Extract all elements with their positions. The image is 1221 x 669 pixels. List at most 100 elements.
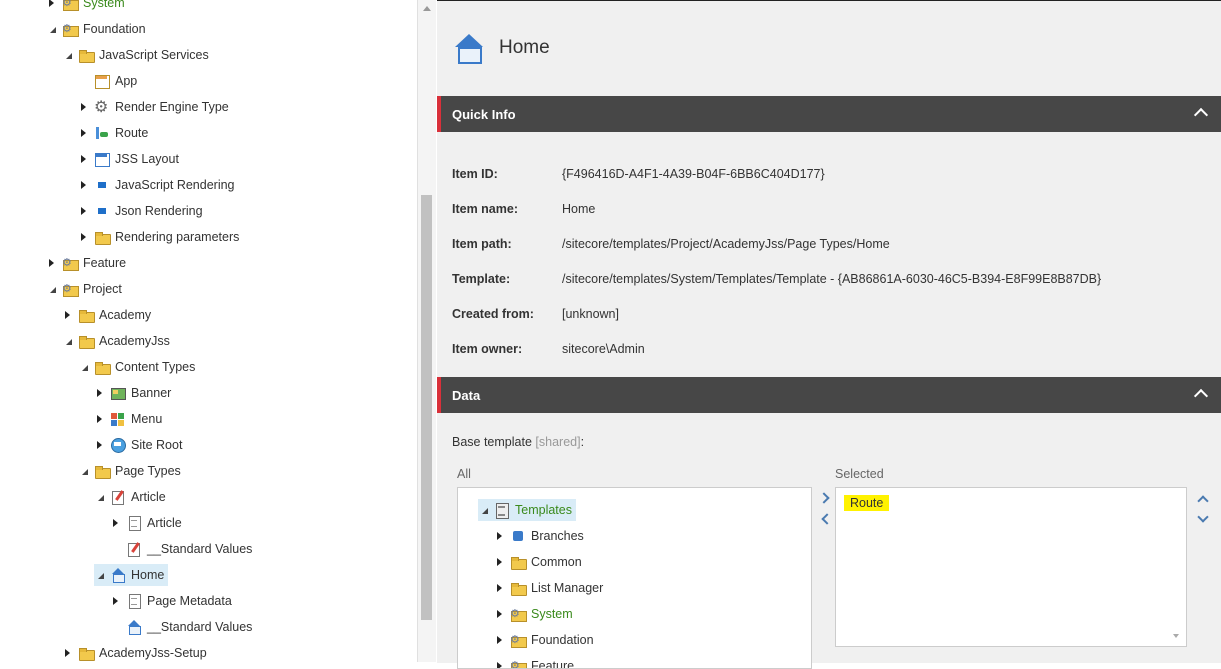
collapse-arrow-icon[interactable] <box>94 570 105 581</box>
tree-node-label: Home <box>131 568 164 582</box>
tree-node[interactable]: Branches <box>494 525 584 547</box>
tree-node[interactable]: Json Rendering <box>78 200 203 222</box>
info-label: Item owner: <box>452 342 562 360</box>
collapse-arrow-icon[interactable] <box>62 336 73 347</box>
expand-arrow-icon[interactable] <box>78 206 89 217</box>
info-row: Created from:[unknown] <box>452 307 619 325</box>
tree-node[interactable]: Academy <box>62 304 151 326</box>
expand-arrow-icon[interactable] <box>494 583 505 594</box>
expand-arrow-icon[interactable] <box>46 258 57 269</box>
chevron-up-icon[interactable] <box>1194 389 1208 403</box>
all-templates-tree[interactable]: Templates Branches Common List Manager Syste… <box>457 487 812 669</box>
info-value: [unknown] <box>562 307 619 325</box>
tree-node[interactable]: AcademyJss-Setup <box>62 642 207 662</box>
expand-arrow-icon[interactable] <box>78 128 89 139</box>
tree-node-label: Branches <box>531 529 584 543</box>
move-down-arrow-icon[interactable] <box>1196 513 1210 525</box>
tree-node[interactable]: JavaScript Services <box>62 44 209 66</box>
scroll-thumb[interactable] <box>421 195 432 620</box>
home-icon <box>110 567 126 583</box>
tree-node[interactable]: Page Types <box>78 460 181 482</box>
data-section-header[interactable]: Data <box>437 377 1221 413</box>
tree-node[interactable]: AcademyJss <box>62 330 170 352</box>
tree-node[interactable]: Home <box>94 564 168 586</box>
tree-node[interactable]: Route <box>78 122 148 144</box>
page-title: Home <box>499 37 550 59</box>
remove-template-arrow-icon[interactable] <box>819 513 829 525</box>
expand-arrow-icon[interactable] <box>110 596 121 607</box>
tree-node[interactable]: Project <box>46 278 122 300</box>
collapse-arrow-icon[interactable] <box>46 284 57 295</box>
expand-arrow-icon[interactable] <box>78 102 89 113</box>
tree-node-label: Content Types <box>115 360 195 374</box>
expand-arrow-icon[interactable] <box>494 531 505 542</box>
expand-arrow-icon[interactable] <box>494 557 505 568</box>
scroll-up-arrow-icon[interactable] <box>423 6 431 11</box>
tree-node[interactable]: Foundation <box>46 18 146 40</box>
move-up-arrow-icon[interactable] <box>1196 493 1210 505</box>
templates-icon <box>494 502 510 518</box>
expand-arrow-icon[interactable] <box>78 154 89 165</box>
folder-icon <box>510 554 526 570</box>
gear-icon <box>94 99 110 115</box>
info-value: {F496416D-A4F1-4A39-B04F-6BB6C404D177} <box>562 167 825 185</box>
tree-node[interactable]: Page Metadata <box>110 590 232 612</box>
tree-node-label: Foundation <box>83 22 146 36</box>
menu-icon <box>110 411 126 427</box>
tree-node[interactable]: Rendering parameters <box>78 226 239 248</box>
tree-node-label: Common <box>531 555 582 569</box>
tree-node[interactable]: __Standard Values <box>110 538 252 560</box>
tree-node[interactable]: Banner <box>94 382 171 404</box>
collapse-arrow-icon[interactable] <box>62 50 73 61</box>
tree-node[interactable]: Render Engine Type <box>78 96 229 118</box>
tree-node-label: Banner <box>131 386 171 400</box>
collapse-arrow-icon[interactable] <box>46 24 57 35</box>
expand-arrow-icon[interactable] <box>94 440 105 451</box>
expand-arrow-icon[interactable] <box>94 414 105 425</box>
scroll-down-arrow-icon[interactable] <box>1173 634 1179 638</box>
info-label: Item path: <box>452 237 562 255</box>
expand-arrow-icon[interactable] <box>62 648 73 659</box>
expand-arrow-icon[interactable] <box>494 635 505 646</box>
tree-node[interactable]: App <box>78 70 137 92</box>
selected-list-item[interactable]: Route <box>844 495 889 511</box>
tree-scrollbar[interactable] <box>417 0 436 662</box>
tree-node[interactable]: Common <box>494 551 582 573</box>
tree-node[interactable]: Foundation <box>494 629 594 651</box>
gear-folder-icon <box>62 281 78 297</box>
selected-templates-list[interactable]: Route <box>835 487 1187 647</box>
tree-node[interactable]: Content Types <box>78 356 195 378</box>
expand-arrow-icon[interactable] <box>46 0 57 9</box>
tree-node[interactable]: JavaScript Rendering <box>78 174 235 196</box>
tree-node[interactable]: Feature <box>494 655 574 669</box>
expand-arrow-icon[interactable] <box>62 310 73 321</box>
quick-info-section-header[interactable]: Quick Info <box>437 96 1221 132</box>
content-editor: Home Quick Info Item ID:{F496416D-A4F1-4… <box>437 0 1221 663</box>
collapse-arrow-icon[interactable] <box>78 466 89 477</box>
tree-node[interactable]: Feature <box>46 252 126 274</box>
tree-node-label: App <box>115 74 137 88</box>
chevron-up-icon[interactable] <box>1194 108 1208 122</box>
expand-arrow-icon[interactable] <box>78 232 89 243</box>
expand-arrow-icon[interactable] <box>94 388 105 399</box>
tree-node[interactable]: Templates <box>478 499 576 521</box>
expand-arrow-icon[interactable] <box>110 518 121 529</box>
tree-node[interactable]: Article <box>94 486 166 508</box>
tree-node[interactable]: System <box>494 603 573 625</box>
field-label: Base template <box>452 435 532 449</box>
expand-arrow-icon[interactable] <box>78 180 89 191</box>
expand-arrow-icon[interactable] <box>494 609 505 620</box>
tree-node[interactable]: __Standard Values <box>110 616 252 638</box>
tree-node[interactable]: Menu <box>94 408 162 430</box>
collapse-arrow-icon[interactable] <box>478 505 489 516</box>
info-row: Item name:Home <box>452 202 595 220</box>
tree-node[interactable]: Article <box>110 512 182 534</box>
tree-node[interactable]: Site Root <box>94 434 182 456</box>
tree-node[interactable]: List Manager <box>494 577 603 599</box>
add-template-arrow-icon[interactable] <box>819 492 829 504</box>
collapse-arrow-icon[interactable] <box>78 362 89 373</box>
collapse-arrow-icon[interactable] <box>94 492 105 503</box>
tree-node[interactable]: System <box>46 0 125 14</box>
tree-node[interactable]: JSS Layout <box>78 148 179 170</box>
info-row: Template:/sitecore/templates/System/Temp… <box>452 272 1101 290</box>
